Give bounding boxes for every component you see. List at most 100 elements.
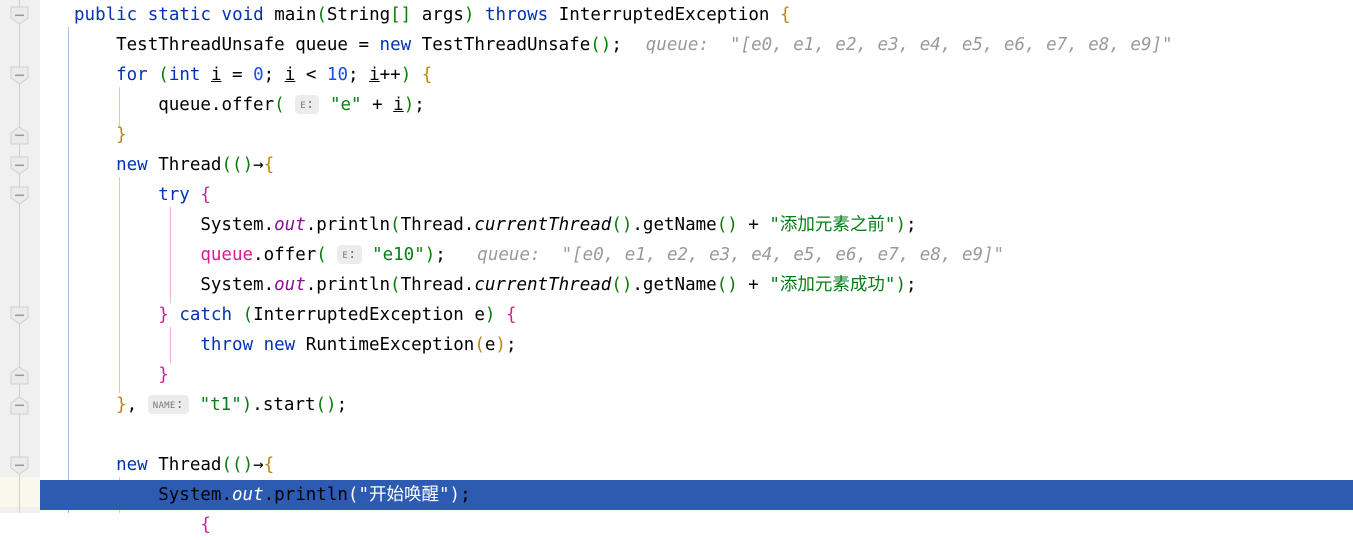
editor-gutter[interactable] — [0, 0, 40, 513]
code-token: ( — [242, 305, 254, 325]
code-token: , — [126, 395, 148, 415]
code-token: public — [74, 5, 138, 25]
code-token: ( — [474, 335, 485, 355]
code-line[interactable]: } catch (InterruptedException e) { — [158, 300, 516, 330]
code-token: Thread. — [400, 275, 475, 295]
code-token: currentThread — [474, 215, 612, 235]
code-token: () — [716, 275, 738, 295]
code-line[interactable]: System.out.println(Thread.currentThread(… — [200, 270, 916, 300]
code-token: try — [158, 185, 190, 205]
code-line[interactable]: try { — [158, 180, 211, 210]
code-token: throw — [200, 335, 254, 355]
debugger-inline-value-hint[interactable]: queue: "[e0, e1, e2, e3, e4, e5, e6, e7,… — [477, 240, 1004, 270]
code-token: ; — [505, 335, 517, 355]
code-token: System. — [158, 485, 232, 505]
code-token: InterruptedException e — [253, 305, 485, 325]
code-line[interactable]: }, name: "t1").start(); — [116, 390, 347, 420]
code-token: ) — [242, 455, 254, 475]
code-token: { — [780, 5, 791, 25]
code-line[interactable]: new Thread(()→{ — [116, 150, 274, 180]
code-line[interactable]: TestThreadUnsafe queue = new TestThreadU… — [116, 30, 622, 60]
code-editor[interactable]: public static void main(String[] args) t… — [0, 0, 1353, 535]
indent-guide-level-2b — [119, 177, 120, 393]
code-token: ) — [463, 5, 475, 25]
code-token: InterruptedException — [548, 5, 781, 25]
fold-marker-try-block[interactable] — [10, 156, 29, 175]
code-line[interactable]: new Thread(()→{ — [116, 450, 274, 480]
code-line[interactable]: public static void main(String[] args) t… — [74, 0, 791, 30]
fold-marker-lambda-close-glyph — [10, 366, 29, 385]
code-token: { — [506, 305, 517, 325]
code-token: ; — [611, 35, 622, 55]
code-token: ; — [460, 485, 471, 505]
code-token: ) — [449, 485, 461, 505]
code-token: () — [716, 215, 738, 235]
code-token: ) — [403, 95, 415, 115]
code-line[interactable]: queue.offer( e: "e" + i); — [158, 90, 425, 120]
indent-guide-level-1 — [68, 27, 69, 513]
code-token: ++ — [379, 65, 401, 85]
fold-marker-catch-body[interactable] — [10, 306, 29, 325]
code-token: "e10" — [372, 245, 425, 265]
inline-parameter-hint[interactable]: e: — [337, 245, 362, 264]
code-token: RuntimeException — [295, 335, 475, 355]
code-token: .println — [263, 485, 348, 505]
code-token: static — [147, 5, 211, 25]
inline-parameter-hint[interactable]: e: — [295, 95, 320, 114]
code-token: String — [326, 5, 391, 25]
fold-marker-thread-2-body-glyph — [10, 456, 29, 475]
code-token: ; — [435, 245, 446, 265]
gutter-selected-line-band — [0, 477, 40, 507]
code-token: ( — [390, 215, 401, 235]
code-token: → — [253, 155, 264, 175]
code-token: .println — [305, 275, 391, 295]
code-content-area[interactable]: public static void main(String[] args) t… — [40, 0, 1353, 535]
fold-marker-lambda-thread-1[interactable] — [10, 126, 29, 145]
code-token: .offer — [253, 245, 317, 265]
code-token: () — [315, 395, 337, 415]
fold-marker-for-loop[interactable] — [10, 66, 29, 85]
debugger-inline-value-hint[interactable]: queue: "[e0, e1, e2, e3, e4, e5, e6, e7,… — [646, 30, 1173, 60]
code-line[interactable]: { — [200, 510, 211, 540]
code-token: ( — [316, 245, 327, 265]
code-token: ) — [241, 395, 253, 415]
code-line-selected[interactable]: System.out.println("开始唤醒"); — [158, 480, 470, 510]
code-token: < — [295, 65, 327, 85]
fold-marker-catch-block[interactable] — [10, 186, 29, 205]
code-line[interactable]: queue.offer( e: "e10"); — [200, 240, 446, 270]
code-token: i — [210, 65, 222, 85]
fold-marker-for-loop-glyph — [10, 66, 29, 85]
fold-marker-lambda-close[interactable] — [10, 366, 29, 385]
code-token: TestThreadUnsafe queue — [116, 35, 359, 55]
code-token: currentThread — [474, 275, 612, 295]
code-token: ) — [484, 305, 496, 325]
fold-marker-lambda-thread-2[interactable] — [10, 396, 29, 415]
fold-marker-method-main[interactable] — [10, 6, 29, 25]
inline-parameter-hint[interactable]: name: — [147, 395, 190, 414]
code-token: { — [200, 515, 211, 535]
code-line[interactable]: } — [158, 360, 169, 390]
code-token: () — [611, 275, 633, 295]
code-token: queue.offer — [158, 95, 275, 115]
code-line[interactable]: for (int i = 0; i < 10; i++) { — [116, 60, 432, 90]
code-line[interactable]: throw new RuntimeException(e); — [200, 330, 516, 360]
code-token: new — [116, 155, 148, 175]
code-token: ( — [158, 65, 169, 85]
code-line[interactable]: System.out.println(Thread.currentThread(… — [200, 210, 916, 240]
code-token: ( — [274, 95, 285, 115]
code-token: + — [361, 95, 394, 115]
code-token: 10 — [326, 65, 348, 85]
fold-marker-thread-2-body[interactable] — [10, 456, 29, 475]
code-token: args — [411, 5, 464, 25]
code-token: Thread — [147, 155, 222, 175]
code-line[interactable]: } — [116, 120, 127, 150]
